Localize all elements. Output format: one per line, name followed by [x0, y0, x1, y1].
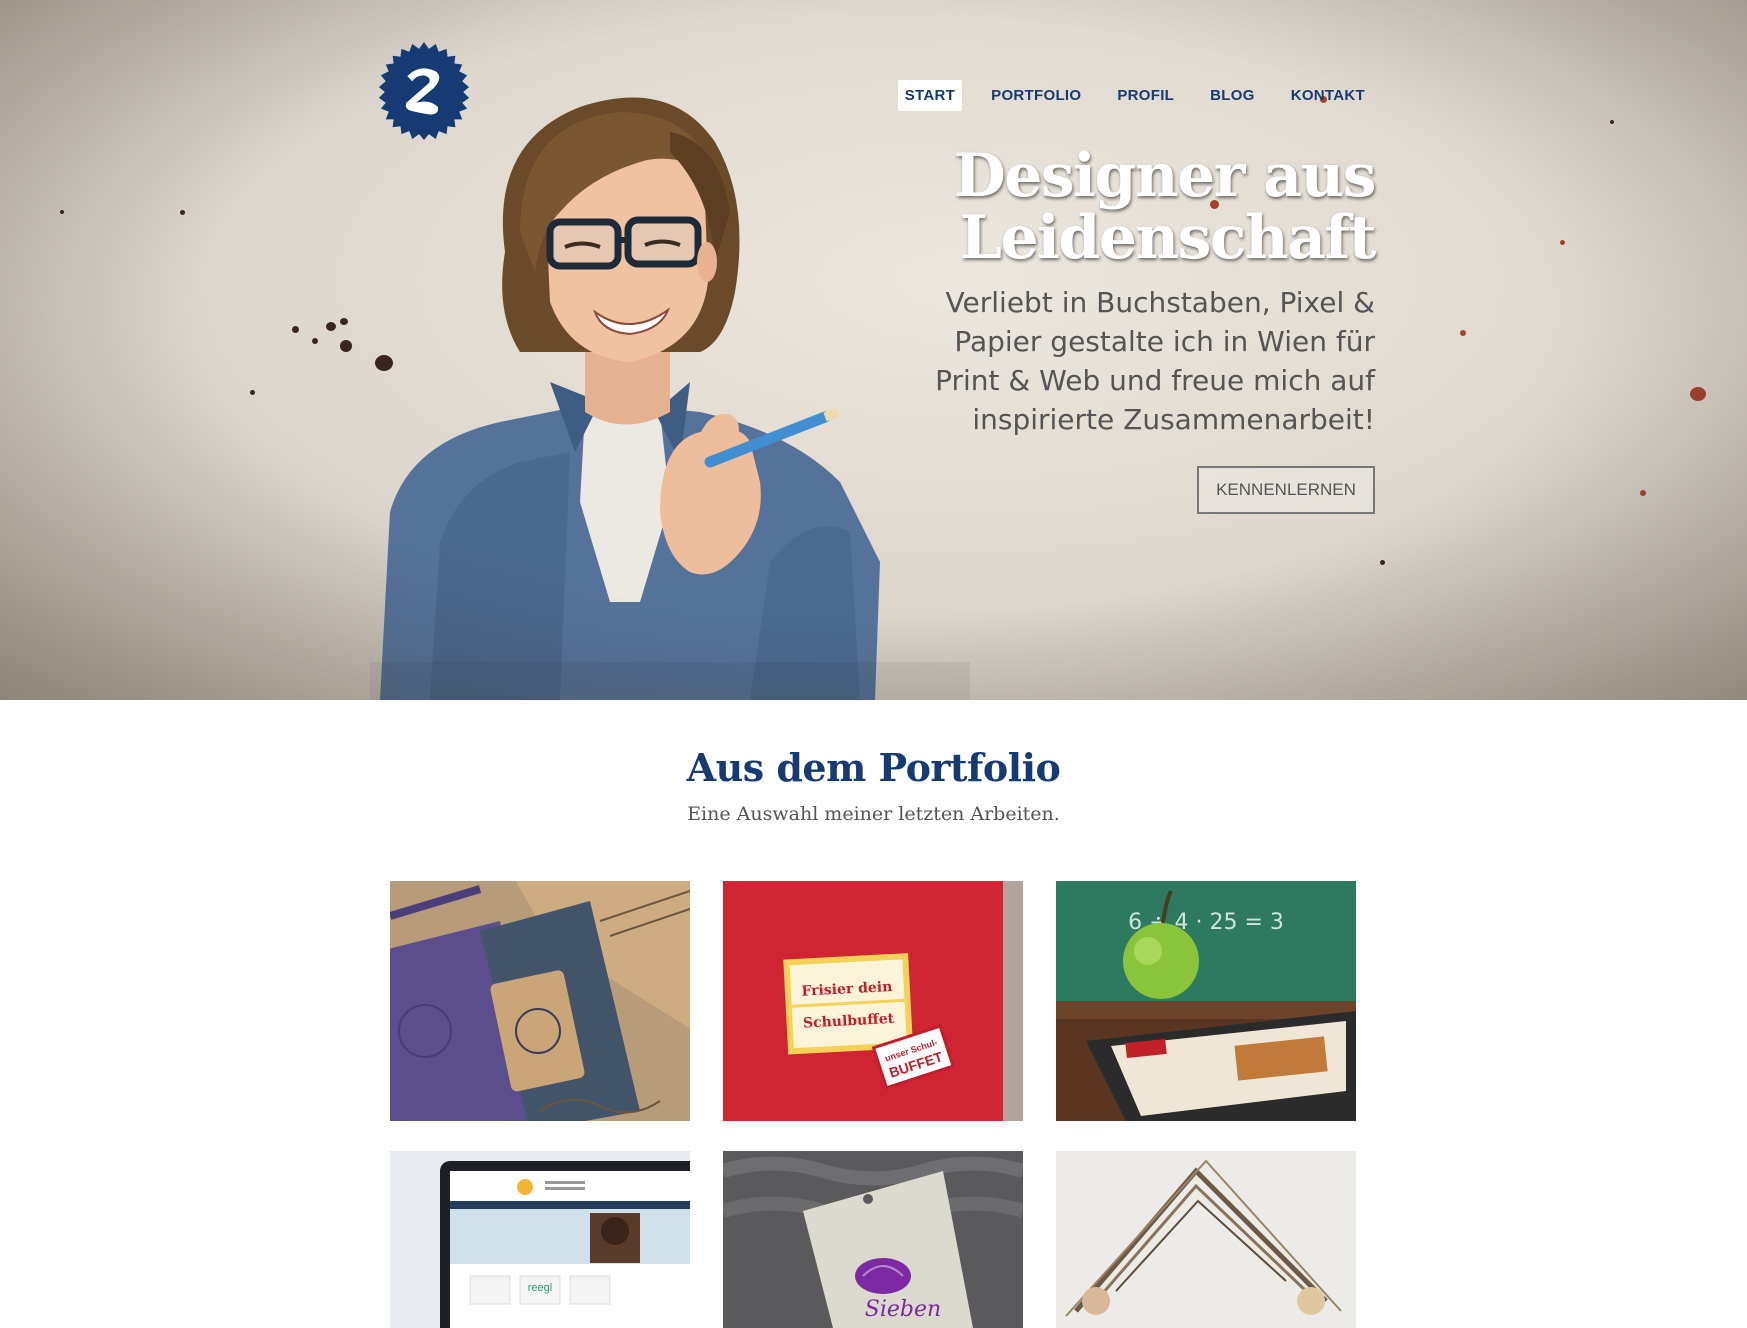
laptop-website-image: reegl: [390, 1151, 690, 1328]
main-nav: START PORTFOLIO PROFIL BLOG KONTAKT: [884, 80, 1372, 111]
portfolio-tile-schulbuffet[interactable]: Frisier dein Schulbuffet unser Schul- BU…: [723, 881, 1023, 1121]
hero-headline-line1: Designer aus: [953, 141, 1377, 211]
portfolio-tile-apple-tablet[interactable]: 6 ÷ 4 · 25 = 3: [1056, 881, 1356, 1121]
branches-image: [1056, 1151, 1356, 1328]
apple-tablet-image: 6 ÷ 4 · 25 = 3: [1056, 881, 1356, 1121]
nav-profil[interactable]: PROFIL: [1110, 80, 1181, 111]
hero-headline: Designer aus Leidenschaft: [855, 145, 1377, 269]
portfolio-tile-stationery[interactable]: [390, 881, 690, 1121]
nav-blog[interactable]: BLOG: [1203, 80, 1262, 111]
tag-text: Sieben: [865, 1297, 941, 1322]
site-logo-text: reegl: [528, 1282, 552, 1294]
portfolio-tile-laptop-website[interactable]: reegl: [390, 1151, 690, 1328]
hero-headline-line2: Leidenschaft: [959, 203, 1377, 273]
portfolio-title: Aus dem Portfolio: [686, 745, 1061, 790]
portfolio-tile-branches[interactable]: [1056, 1151, 1356, 1328]
nav-portfolio[interactable]: PORTFOLIO: [984, 80, 1088, 111]
kennenlernen-button[interactable]: KENNENLERNEN: [1197, 466, 1375, 514]
portfolio-subtitle: Eine Auswahl meiner letzten Arbeiten.: [687, 803, 1060, 825]
schulbuffet-image: Frisier dein Schulbuffet unser Schul- BU…: [723, 881, 1023, 1121]
knitting-tag-image: Sieben: [723, 1151, 1023, 1328]
hero-intro: Verliebt in Buchstaben, Pixel & Papier g…: [855, 283, 1375, 439]
hero-intro-line4: inspirierte Zusammenarbeit!: [972, 403, 1375, 436]
hero-intro-line2: Papier gestalte ich in Wien für: [954, 325, 1375, 358]
stationery-image: [390, 881, 690, 1121]
nav-start[interactable]: START: [897, 80, 963, 111]
hero-intro-line3: Print & Web und freue mich auf: [935, 364, 1375, 397]
hero-intro-line1: Verliebt in Buchstaben, Pixel &: [945, 286, 1375, 319]
brand-logo[interactable]: [375, 42, 473, 140]
hero-section: START PORTFOLIO PROFIL BLOG KONTAKT Desi…: [0, 0, 1747, 700]
nav-kontakt[interactable]: KONTAKT: [1284, 80, 1372, 111]
portfolio-tile-knitting-tag[interactable]: Sieben: [723, 1151, 1023, 1328]
